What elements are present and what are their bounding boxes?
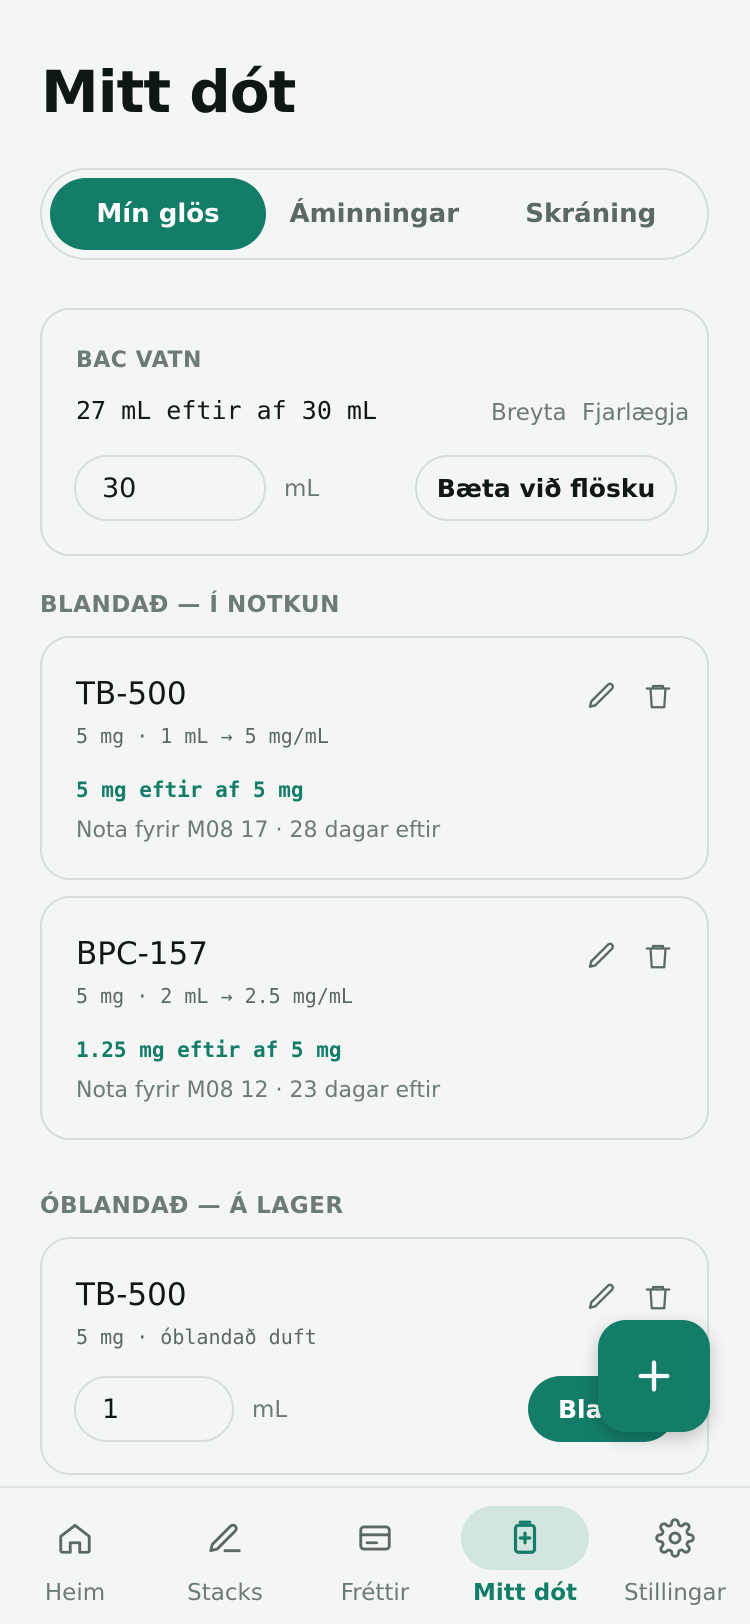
vial-remaining-amount: 5 mg eftir af 5 mg <box>76 778 304 802</box>
bottom-nav: Heim Stacks Fréttir Mitt dót Stillingar <box>0 1486 750 1624</box>
nav-label: Fréttir <box>340 1580 410 1606</box>
trash-icon <box>645 1285 671 1310</box>
pencil-icon <box>588 1283 615 1309</box>
vial-remaining-amount: 1.25 mg eftir af 5 mg <box>76 1038 342 1062</box>
plus-icon <box>638 1360 670 1392</box>
vial-spec: 5 mg · 1 mL → 5 mg/mL <box>76 724 329 748</box>
trash-icon <box>645 684 671 709</box>
diluent-volume-input[interactable]: 1 <box>74 1376 234 1442</box>
mixed-section-label: BLANDAÐ — Í NOTKUN <box>40 592 340 618</box>
delete-vial-button[interactable] <box>638 936 678 976</box>
bac-water-label: BAC VATN <box>76 348 202 373</box>
delete-vial-button[interactable] <box>638 676 678 716</box>
nav-item-home[interactable]: Heim <box>0 1488 150 1624</box>
nav-label: Stillingar <box>624 1580 726 1606</box>
news-icon <box>359 1525 391 1551</box>
bac-edit-link[interactable]: Breyta <box>491 400 567 426</box>
vial-use-by-note: Nota fyrir M08 17 · 28 dagar eftir <box>76 818 441 843</box>
pencil-icon <box>588 682 615 708</box>
nav-label: Stacks <box>187 1580 263 1606</box>
trash-icon <box>645 944 671 969</box>
vial-card: TB-500 5 mg · 1 mL → 5 mg/mL 5 mg eftir … <box>40 636 709 880</box>
edit-vial-button[interactable] <box>582 676 622 716</box>
tab-log[interactable]: Skráning <box>483 178 700 250</box>
vial-name: TB-500 <box>76 1277 187 1313</box>
vial-card: BPC-157 5 mg · 2 mL → 2.5 mg/mL 1.25 mg … <box>40 896 709 1140</box>
bac-volume-unit: mL <box>284 476 320 502</box>
vial-icon <box>513 1520 537 1554</box>
nav-icon-container <box>161 1506 289 1570</box>
page-title: Mitt dót <box>41 58 296 126</box>
delete-vial-button[interactable] <box>638 1277 678 1317</box>
nav-icon-container <box>11 1506 139 1570</box>
add-bottle-button[interactable]: Bæta við flösku <box>415 455 677 521</box>
bac-water-remaining: 27 mL eftir af 30 mL <box>76 396 378 425</box>
vial-spec: 5 mg · óblandað duft <box>76 1325 317 1349</box>
gear-icon <box>655 1518 695 1558</box>
nav-icon-container <box>311 1506 439 1570</box>
diluent-volume-unit: mL <box>252 1397 288 1423</box>
nav-item-news[interactable]: Fréttir <box>300 1488 450 1624</box>
tab-bar: Mín glös Áminningar Skráning <box>40 168 709 260</box>
bac-remove-link[interactable]: Fjarlægja <box>582 400 689 426</box>
tab-reminders[interactable]: Áminningar <box>266 178 483 250</box>
pencil-icon <box>209 1523 241 1553</box>
edit-vial-button[interactable] <box>582 1277 622 1317</box>
bac-water-card: BAC VATN 27 mL eftir af 30 mL Breyta Fja… <box>40 308 709 556</box>
nav-item-settings[interactable]: Stillingar <box>600 1488 750 1624</box>
vial-name: TB-500 <box>76 676 187 712</box>
nav-label: Heim <box>44 1580 106 1606</box>
vial-use-by-note: Nota fyrir M08 12 · 23 dagar eftir <box>76 1078 441 1103</box>
vial-name: BPC-157 <box>76 936 208 972</box>
nav-item-stacks[interactable]: Stacks <box>150 1488 300 1624</box>
pencil-icon <box>588 942 615 968</box>
home-icon <box>59 1523 91 1554</box>
nav-item-my-stuff[interactable]: Mitt dót <box>450 1488 600 1624</box>
nav-icon-container <box>611 1506 739 1570</box>
unmixed-section-label: ÓBLANDAÐ — Á LAGER <box>40 1193 344 1219</box>
tab-my-vials[interactable]: Mín glös <box>50 178 266 250</box>
edit-vial-button[interactable] <box>582 936 622 976</box>
nav-icon-container <box>461 1506 589 1570</box>
bac-volume-input[interactable]: 30 <box>74 455 266 521</box>
nav-label: Mitt dót <box>472 1580 578 1606</box>
vial-spec: 5 mg · 2 mL → 2.5 mg/mL <box>76 984 353 1008</box>
add-vial-fab[interactable] <box>598 1320 710 1432</box>
